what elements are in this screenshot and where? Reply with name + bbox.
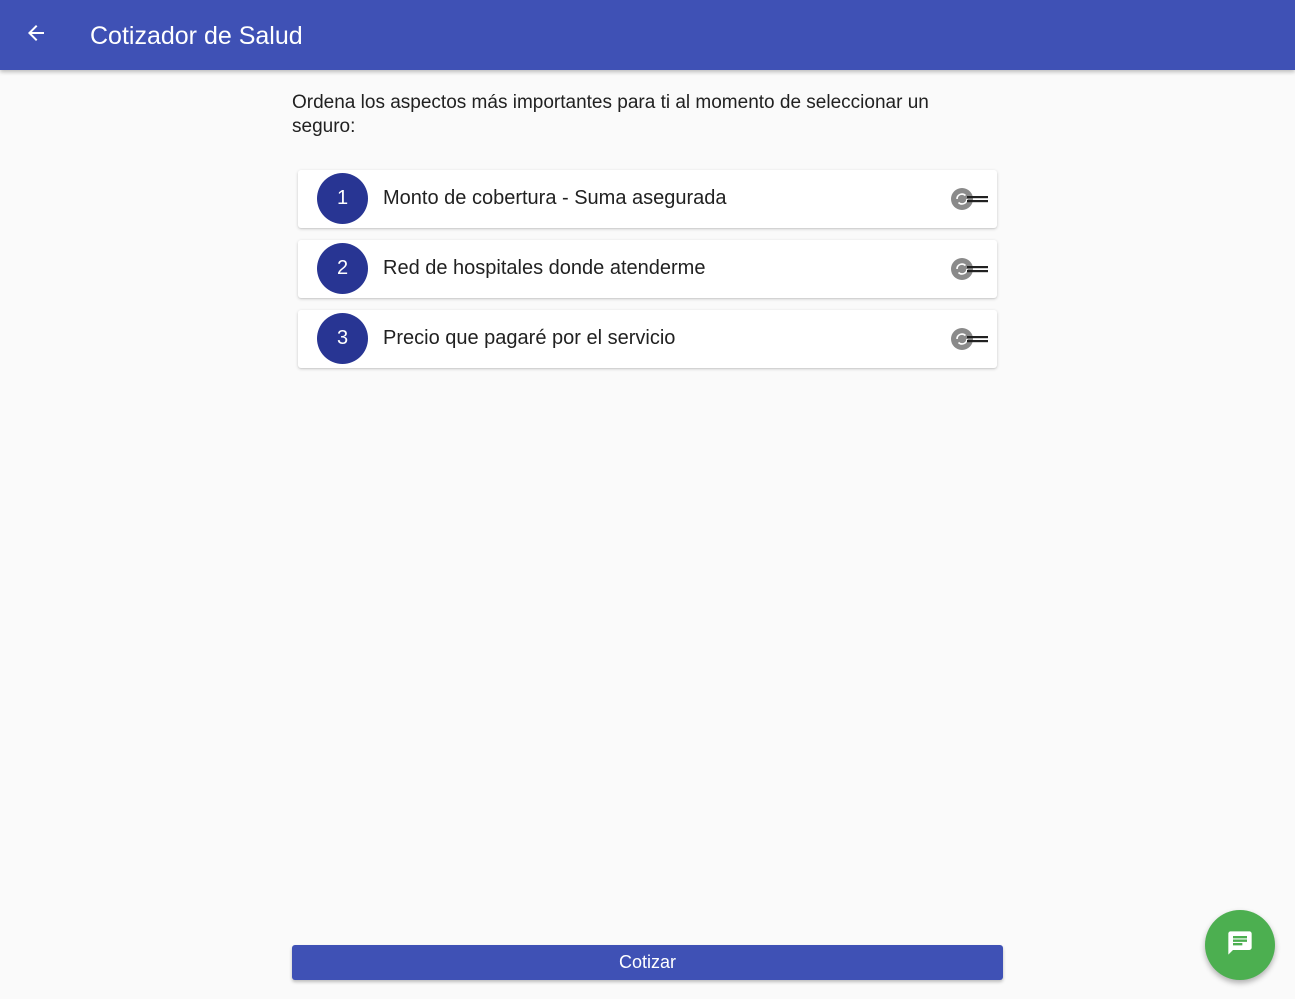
instructions-text: Ordena los aspectos más importantes para… <box>292 92 929 137</box>
drag-handle-icon[interactable] <box>948 256 990 282</box>
drag-handle-icon[interactable] <box>948 326 990 352</box>
sortable-item[interactable]: 3 Precio que pagaré por el servicio <box>298 310 997 368</box>
item-label: Monto de cobertura - Suma asegurada <box>383 187 727 209</box>
drag-handle-icon[interactable] <box>948 186 990 212</box>
rank-badge: 2 <box>317 243 368 294</box>
rank-badge: 3 <box>317 313 368 364</box>
cotizar-button[interactable]: Cotizar <box>292 945 1003 980</box>
chat-button[interactable] <box>1205 910 1275 980</box>
page-title: Cotizador de Salud <box>90 22 303 50</box>
sortable-item[interactable]: 2 Red de hospitales donde atenderme <box>298 240 997 298</box>
sortable-list: 1 Monto de cobertura - Suma asegurada 2 … <box>298 170 997 380</box>
app-bar: Cotizador de Salud <box>0 0 1295 70</box>
sortable-item[interactable]: 1 Monto de cobertura - Suma asegurada <box>298 170 997 228</box>
back-button[interactable] <box>16 15 56 55</box>
chat-icon <box>1226 929 1254 962</box>
rank-badge: 1 <box>317 173 368 224</box>
item-label: Red de hospitales donde atenderme <box>383 257 706 279</box>
arrow-left-icon <box>24 21 48 50</box>
item-label: Precio que pagaré por el servicio <box>383 327 676 349</box>
